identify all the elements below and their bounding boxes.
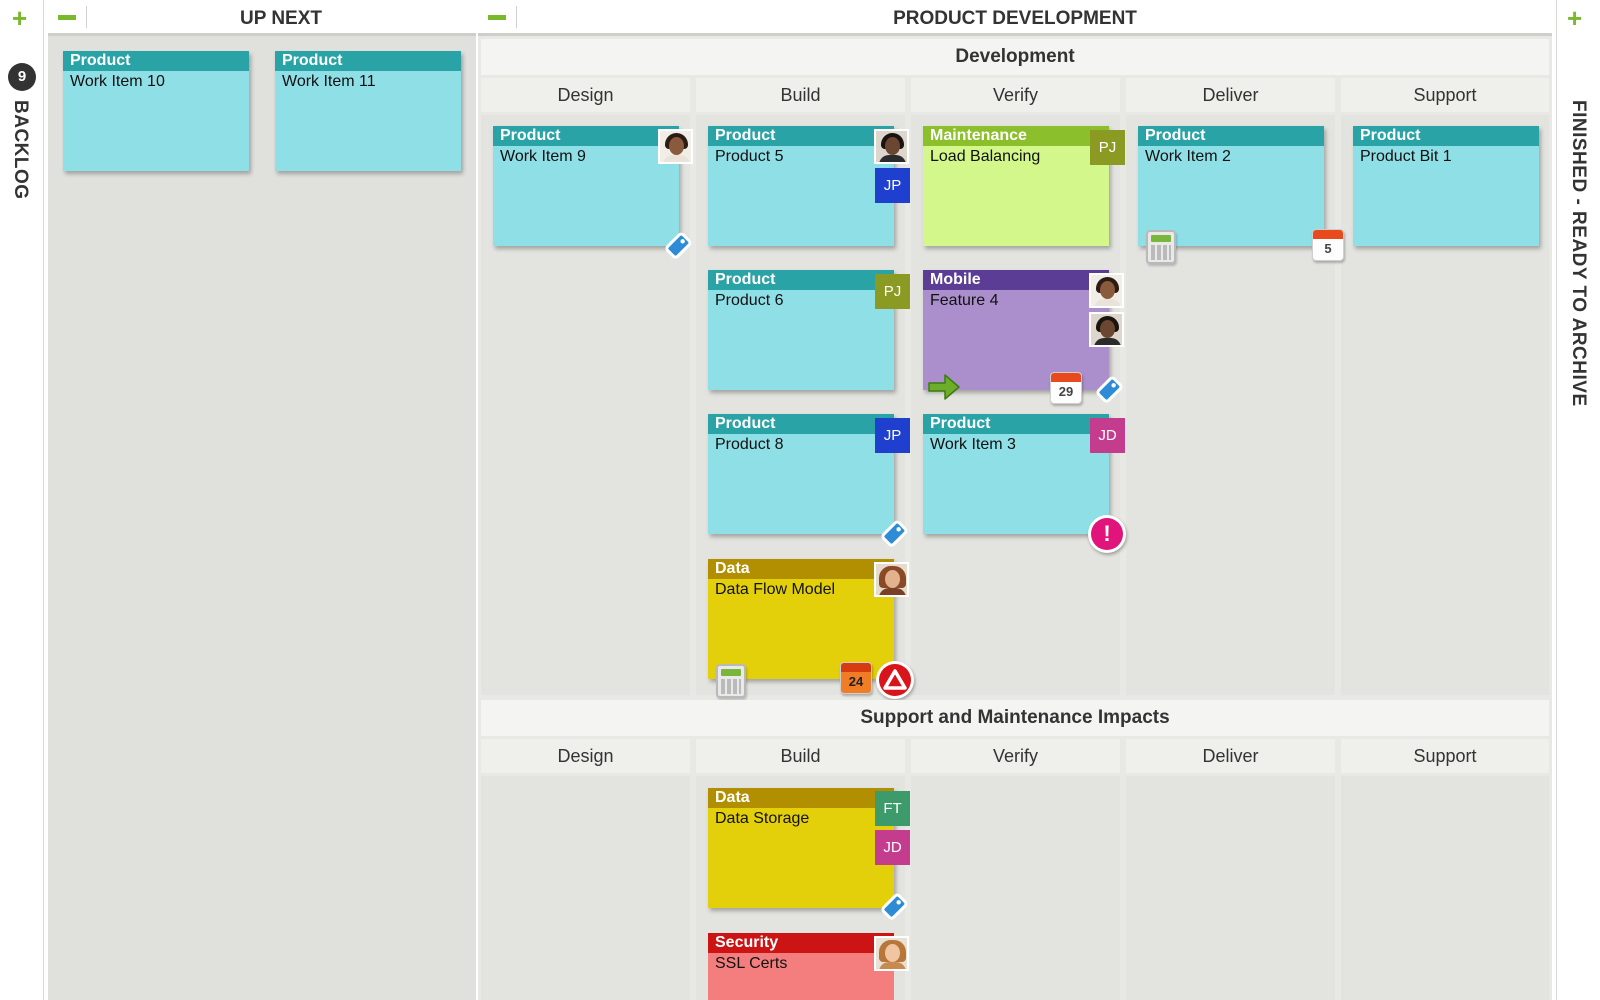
- card-title: SSL Certs: [715, 955, 788, 972]
- assignee-avatar[interactable]: [1089, 312, 1124, 347]
- arrow-right-icon[interactable]: [926, 372, 962, 402]
- calculator-icon[interactable]: [716, 664, 746, 698]
- card-title: Work Item 10: [70, 73, 165, 90]
- card-type: Product: [708, 414, 894, 434]
- card-work-item-10[interactable]: Product Work Item 10: [63, 51, 249, 171]
- card-type: Product: [708, 126, 894, 146]
- card-product-bit-1[interactable]: Product Product Bit 1: [1353, 126, 1539, 246]
- card-title: Work Item 11: [282, 73, 376, 90]
- card-title: Work Item 9: [500, 148, 586, 165]
- assignee-initials[interactable]: PJ: [875, 274, 910, 309]
- product-development-title: PRODUCT DEVELOPMENT: [893, 8, 1137, 29]
- card-type: Product: [1138, 126, 1324, 146]
- card-type: Product: [493, 126, 679, 146]
- card-title: Data Storage: [715, 810, 810, 827]
- blocked-alert-icon[interactable]: !: [1088, 515, 1126, 553]
- card-product-8[interactable]: Product Product 8: [708, 414, 894, 534]
- dev-col-deliver-header: Deliver: [1126, 78, 1335, 112]
- impacts-section-title: Support and Maintenance Impacts: [481, 700, 1549, 736]
- impacts-col-verify[interactable]: [911, 776, 1120, 1000]
- card-ssl-certs[interactable]: Security SSL Certs: [708, 933, 894, 1000]
- impacts-col-design[interactable]: [481, 776, 690, 1000]
- card-title: Product Bit 1: [1360, 148, 1452, 165]
- assignee-avatar[interactable]: [874, 936, 909, 971]
- card-title: Product 5: [715, 148, 784, 165]
- backlog-lane[interactable]: + 9 BACKLOG: [0, 0, 44, 1000]
- archive-lane[interactable]: + FINISHED - READY TO ARCHIVE: [1556, 0, 1600, 1000]
- card-data-flow-model[interactable]: Data Data Flow Model: [708, 559, 894, 679]
- card-title: Data Flow Model: [715, 581, 836, 598]
- impacts-col-build-header: Build: [696, 739, 905, 773]
- assignee-initials[interactable]: FT: [875, 791, 910, 826]
- calendar-icon[interactable]: 24: [840, 662, 872, 694]
- development-section-title: Development: [481, 39, 1549, 75]
- assignee-initials[interactable]: JP: [875, 418, 910, 453]
- card-type: Mobile: [923, 270, 1109, 290]
- backlog-label: BACKLOG: [10, 100, 31, 200]
- card-title: Product 8: [715, 436, 784, 453]
- due-date: 5: [1324, 241, 1332, 256]
- card-work-item-9[interactable]: Product Work Item 9: [493, 126, 679, 246]
- dev-col-support-header: Support: [1341, 78, 1549, 112]
- impacts-col-support-header: Support: [1341, 739, 1549, 773]
- card-title: Product 6: [715, 292, 784, 309]
- impacts-col-deliver-header: Deliver: [1126, 739, 1335, 773]
- dev-col-verify-header: Verify: [911, 78, 1120, 112]
- card-product-5[interactable]: Product Product 5: [708, 126, 894, 246]
- card-type: Security: [708, 933, 894, 953]
- assignee-avatar[interactable]: [874, 129, 909, 164]
- card-title: Load Balancing: [930, 148, 1041, 165]
- card-type: Product: [923, 414, 1109, 434]
- card-work-item-2[interactable]: Product Work Item 2: [1138, 126, 1324, 246]
- impacts-col-deliver[interactable]: [1126, 776, 1335, 1000]
- dev-col-design-header: Design: [481, 78, 690, 112]
- assignee-avatar[interactable]: [658, 129, 693, 164]
- impacts-col-support[interactable]: [1341, 776, 1549, 1000]
- archive-label: FINISHED - READY TO ARCHIVE: [1568, 100, 1589, 407]
- tag-icon[interactable]: [660, 230, 694, 264]
- assignee-avatar[interactable]: [1089, 273, 1124, 308]
- dev-col-build-header: Build: [696, 78, 905, 112]
- assignee-initials[interactable]: JP: [875, 168, 910, 203]
- add-backlog-button[interactable]: +: [12, 5, 27, 31]
- card-type: Product: [63, 51, 249, 71]
- priority-high-icon[interactable]: [876, 661, 914, 699]
- card-type: Product: [1353, 126, 1539, 146]
- card-title: Work Item 3: [930, 436, 1016, 453]
- calendar-icon[interactable]: 29: [1050, 372, 1082, 404]
- card-work-item-3[interactable]: Product Work Item 3: [923, 414, 1109, 534]
- card-work-item-11[interactable]: Product Work Item 11: [275, 51, 461, 171]
- assignee-initials[interactable]: JD: [1090, 418, 1125, 453]
- card-product-6[interactable]: Product Product 6: [708, 270, 894, 390]
- card-type: Data: [708, 559, 894, 579]
- card-type: Product: [275, 51, 461, 71]
- up-next-lane-body[interactable]: [48, 36, 476, 1000]
- tag-icon[interactable]: [1091, 374, 1125, 408]
- tag-icon[interactable]: [876, 518, 910, 552]
- calendar-icon[interactable]: 5: [1312, 229, 1344, 261]
- impacts-col-verify-header: Verify: [911, 739, 1120, 773]
- card-title: Feature 4: [930, 292, 999, 309]
- up-next-title: UP NEXT: [239, 8, 322, 29]
- card-title: Work Item 2: [1145, 148, 1231, 165]
- assignee-initials[interactable]: PJ: [1090, 130, 1125, 165]
- card-type: Data: [708, 788, 894, 808]
- card-data-storage[interactable]: Data Data Storage: [708, 788, 894, 908]
- due-date: 29: [1058, 384, 1074, 399]
- calculator-icon[interactable]: [1146, 230, 1176, 264]
- card-load-balancing[interactable]: Maintenance Load Balancing: [923, 126, 1109, 246]
- backlog-count-badge: 9: [8, 63, 36, 91]
- kanban-board: + 9 BACKLOG + FINISHED - READY TO ARCHIV…: [0, 0, 1600, 1000]
- assignee-avatar[interactable]: [874, 562, 909, 597]
- tag-icon[interactable]: [876, 891, 910, 925]
- impacts-col-design-header: Design: [481, 739, 690, 773]
- card-type: Product: [708, 270, 894, 290]
- add-archive-button[interactable]: +: [1567, 5, 1582, 31]
- card-type: Maintenance: [923, 126, 1109, 146]
- assignee-initials[interactable]: JD: [875, 830, 910, 865]
- due-date: 24: [848, 674, 864, 689]
